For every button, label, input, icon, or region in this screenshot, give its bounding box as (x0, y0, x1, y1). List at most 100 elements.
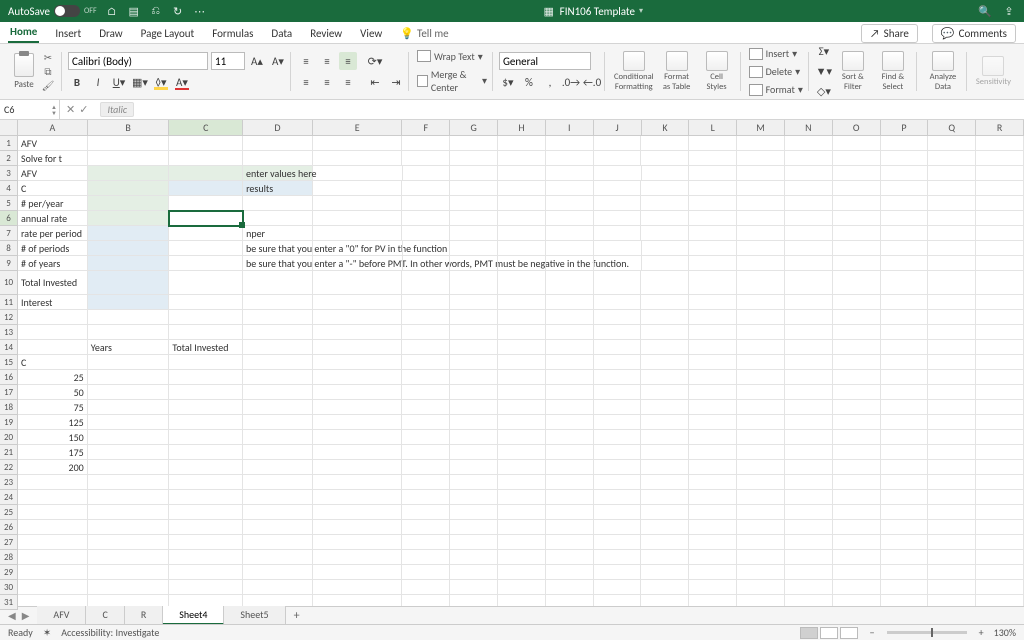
cell[interactable] (881, 445, 929, 460)
cell[interactable] (689, 181, 737, 196)
cell[interactable] (546, 580, 594, 595)
cell[interactable] (833, 181, 881, 196)
cell[interactable] (833, 475, 881, 490)
cell[interactable] (833, 271, 881, 295)
cell[interactable] (450, 256, 498, 271)
decrease-indent-icon[interactable]: ⇤ (366, 73, 384, 91)
cell[interactable] (498, 136, 546, 151)
cell[interactable] (641, 196, 689, 211)
cell[interactable] (785, 166, 833, 181)
cell[interactable] (976, 400, 1024, 415)
cell[interactable] (976, 580, 1024, 595)
cell[interactable] (928, 445, 976, 460)
row-header[interactable]: 20 (0, 430, 18, 445)
cell[interactable] (498, 370, 546, 385)
currency-icon[interactable]: $▾ (499, 73, 517, 91)
cell[interactable] (976, 355, 1024, 370)
cell[interactable] (169, 385, 243, 400)
cell[interactable] (833, 520, 881, 535)
format-painter-icon[interactable]: 🖌 (40, 80, 56, 92)
fill-icon[interactable]: ▼▾ (815, 63, 833, 81)
row-header[interactable]: 10 (0, 271, 18, 295)
cell[interactable] (88, 385, 170, 400)
cell[interactable] (546, 241, 594, 256)
cell[interactable] (881, 565, 929, 580)
cell[interactable] (594, 385, 642, 400)
cell[interactable] (785, 226, 833, 241)
cell[interactable] (689, 271, 737, 295)
cell[interactable] (737, 256, 785, 271)
cell[interactable] (313, 550, 403, 565)
cell[interactable]: be sure that you enter a "-" before PMT.… (243, 256, 313, 271)
row-header[interactable]: 7 (0, 226, 18, 241)
cell[interactable]: nper (243, 226, 313, 241)
cell[interactable]: # of periods (18, 241, 88, 256)
cell[interactable] (928, 340, 976, 355)
conditional-formatting-button[interactable]: Conditional Formatting (611, 51, 657, 92)
cell[interactable] (594, 295, 642, 310)
cell[interactable] (402, 490, 450, 505)
cell[interactable] (546, 340, 594, 355)
share-status-icon[interactable]: ⇪ (1002, 4, 1016, 18)
row-header[interactable]: 15 (0, 355, 18, 370)
more-icon[interactable]: ⋯ (193, 4, 207, 18)
cell[interactable] (976, 505, 1024, 520)
cell[interactable] (402, 550, 450, 565)
cell[interactable] (313, 520, 403, 535)
cell[interactable] (169, 295, 243, 310)
cell[interactable] (88, 151, 170, 166)
cell[interactable] (546, 151, 594, 166)
cell[interactable] (402, 535, 450, 550)
cell[interactable] (642, 256, 690, 271)
row-header[interactable]: 26 (0, 520, 18, 535)
cell[interactable] (641, 136, 689, 151)
cell[interactable] (737, 355, 785, 370)
cancel-formula-icon[interactable]: ✕ (66, 103, 75, 116)
cell[interactable] (313, 475, 403, 490)
cell[interactable] (689, 151, 737, 166)
cell[interactable] (88, 490, 170, 505)
cell[interactable] (785, 400, 833, 415)
cell[interactable] (785, 370, 833, 385)
cell[interactable] (450, 490, 498, 505)
cell[interactable] (243, 460, 313, 475)
cell[interactable] (313, 430, 403, 445)
cell[interactable] (546, 400, 594, 415)
cell[interactable] (785, 460, 833, 475)
cell[interactable] (833, 550, 881, 565)
cell[interactable] (546, 490, 594, 505)
cell[interactable] (881, 310, 929, 325)
cell[interactable] (928, 490, 976, 505)
cell[interactable] (594, 490, 642, 505)
cell[interactable] (833, 370, 881, 385)
row-header[interactable]: 24 (0, 490, 18, 505)
cell[interactable] (833, 196, 881, 211)
sheet-nav-prev-icon[interactable]: ◀ (8, 609, 16, 622)
cell[interactable] (881, 271, 929, 295)
row-header[interactable]: 21 (0, 445, 18, 460)
cell[interactable] (169, 415, 243, 430)
cell[interactable] (833, 211, 881, 226)
accessibility-icon[interactable]: ✶ (43, 626, 51, 639)
cell[interactable] (881, 181, 929, 196)
cell[interactable] (785, 241, 833, 256)
cell[interactable] (498, 340, 546, 355)
cell[interactable] (169, 226, 243, 241)
cell[interactable]: 25 (18, 370, 88, 385)
cell[interactable] (737, 271, 785, 295)
cell[interactable] (737, 211, 785, 226)
wrap-text-button[interactable]: Wrap Text ▾ (415, 49, 489, 64)
cell[interactable] (976, 385, 1024, 400)
cell[interactable] (928, 211, 976, 226)
cell[interactable] (243, 310, 313, 325)
cell[interactable] (313, 400, 403, 415)
row-header[interactable]: 16 (0, 370, 18, 385)
cell[interactable] (881, 196, 929, 211)
sheet-tab[interactable]: AFV (37, 606, 86, 625)
cell[interactable] (881, 211, 929, 226)
row-header[interactable]: 19 (0, 415, 18, 430)
cell[interactable] (737, 295, 785, 310)
cell[interactable] (546, 166, 594, 181)
cell[interactable] (641, 400, 689, 415)
cell[interactable] (498, 166, 546, 181)
